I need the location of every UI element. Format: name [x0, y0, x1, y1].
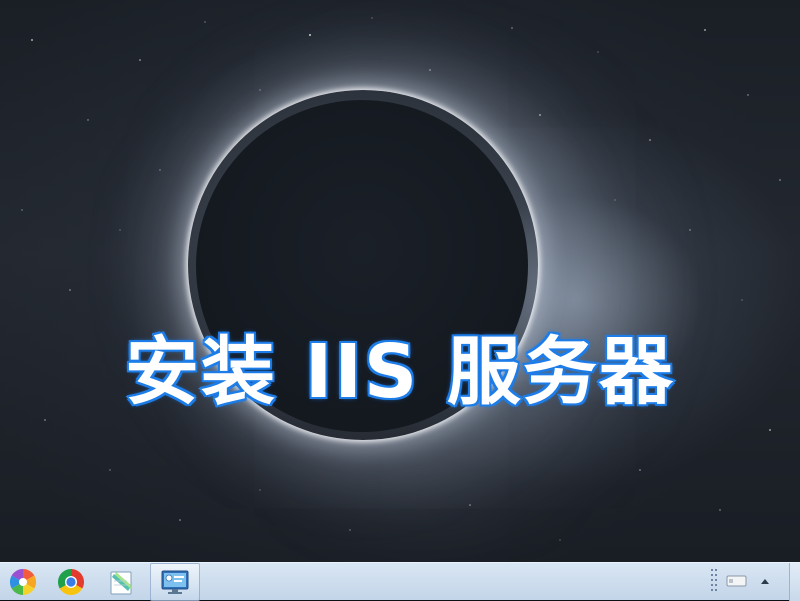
notification-grip-icon[interactable]: [710, 567, 718, 597]
start-orb-button[interactable]: [0, 563, 46, 601]
tray-device-icon[interactable]: [726, 574, 748, 588]
network-monitor-taskbar-button[interactable]: [150, 563, 200, 601]
notepad-icon: [110, 571, 132, 595]
system-tray: [708, 563, 800, 601]
show-hidden-icons-arrow[interactable]: [760, 577, 770, 587]
notepad-taskbar-button[interactable]: [98, 563, 144, 601]
show-desktop-button[interactable]: [789, 563, 800, 601]
network-monitor-icon: [161, 570, 189, 594]
wallpaper-headline: 安装 IIS 服务器: [124, 328, 675, 417]
chrome-icon: [57, 569, 85, 596]
pinwheel-app-icon: [9, 568, 37, 596]
chrome-taskbar-button[interactable]: [48, 563, 94, 601]
taskbar: [0, 562, 800, 601]
desktop-wallpaper: 安装 IIS 服务器: [0, 0, 800, 562]
